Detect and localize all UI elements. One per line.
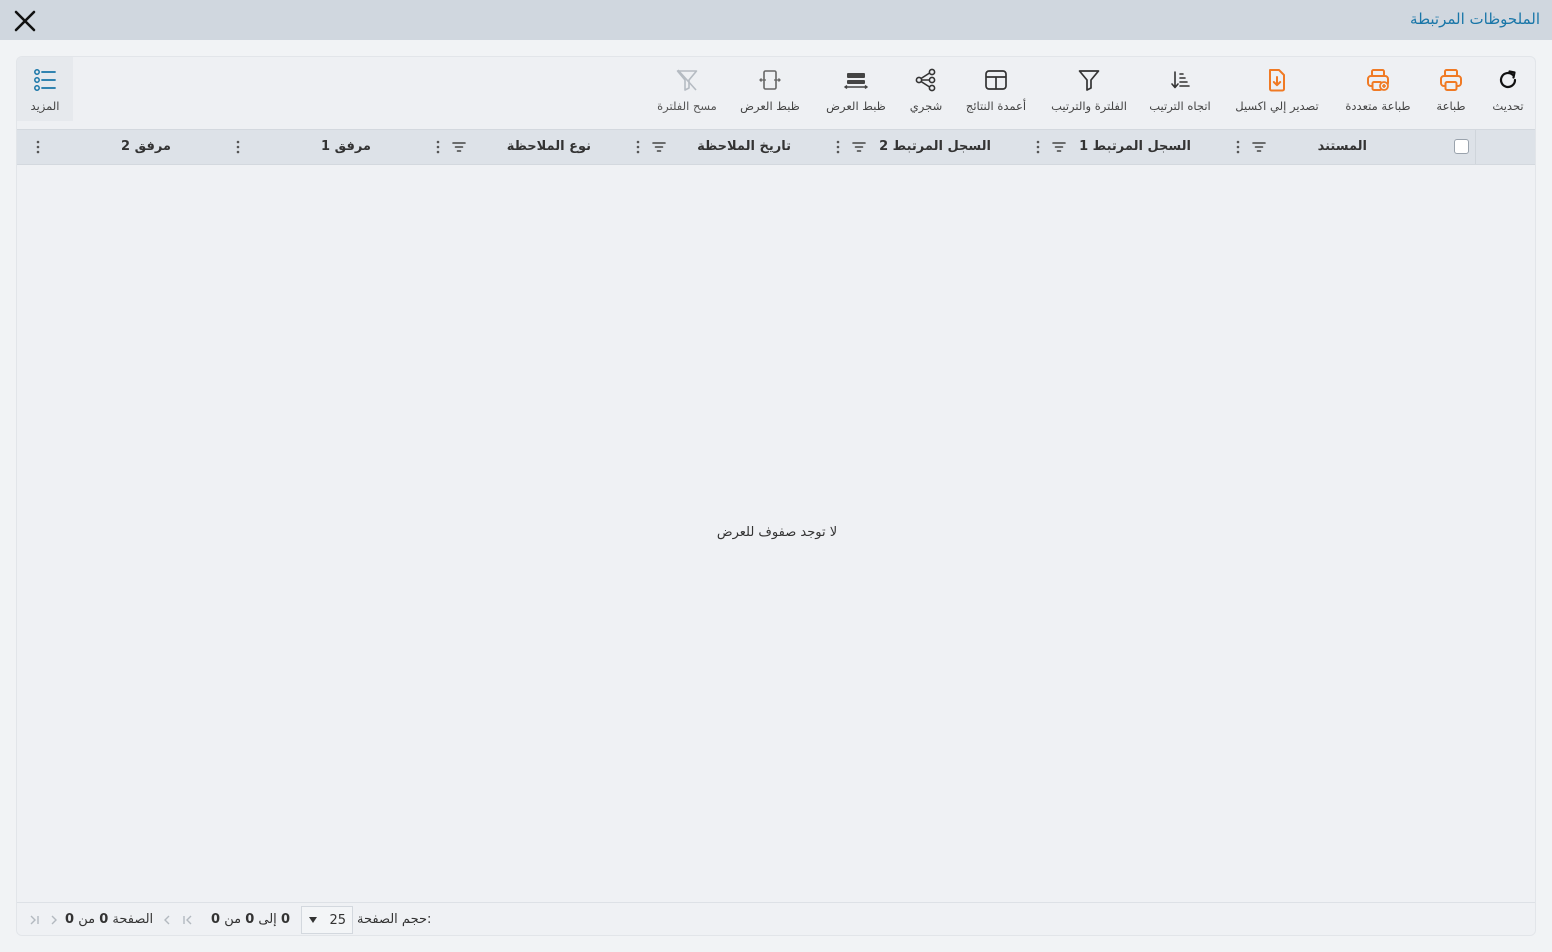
current-page: 0 (99, 912, 109, 927)
pagination-bar: حجم الصفحة: 25 0 إلى 0 من 0 الصفحة 0 من … (17, 902, 1535, 935)
range-total: 0 (211, 912, 221, 927)
print-label: طباعة (1436, 99, 1466, 113)
column-header-note-date[interactable]: تاريخ الملاحظة (627, 130, 827, 164)
fit-width-label-2: ظبط العرض (740, 99, 800, 113)
page-size-select[interactable]: 25 (301, 906, 353, 934)
filter-icon[interactable] (651, 139, 667, 155)
chevron-down-icon (309, 917, 317, 923)
fit-width-label-1: ظبط العرض (826, 99, 886, 113)
column-header-document[interactable]: المستند (1227, 130, 1447, 164)
filter-icon[interactable] (851, 139, 867, 155)
first-page-icon[interactable] (181, 913, 195, 927)
range-to: 0 (245, 912, 255, 927)
range-from: 0 (280, 912, 290, 927)
close-icon[interactable] (12, 8, 38, 34)
filter-icon[interactable] (1051, 139, 1067, 155)
column-menu-icon[interactable] (433, 138, 443, 156)
clear-filter-label: مسح الفلترة (657, 99, 717, 113)
fit-columns-icon (759, 70, 781, 90)
page-size-label: حجم الصفحة: (357, 912, 432, 927)
page-total: 0 (65, 912, 75, 927)
column-label: مرفق 2 (121, 139, 171, 154)
column-header-note-type[interactable]: نوع الملاحظة (427, 130, 627, 164)
column-menu-icon[interactable] (33, 138, 43, 156)
fit-width-icon (843, 73, 869, 90)
tree-icon (915, 68, 936, 92)
column-label: السجل المرتبط 2 (879, 139, 991, 154)
column-menu-icon[interactable] (1233, 138, 1243, 156)
column-label: تاريخ الملاحظة (697, 139, 791, 154)
export-excel-label: تصدير إلي اكسيل (1235, 99, 1319, 113)
columns-icon (985, 70, 1007, 90)
list-icon (34, 69, 56, 91)
refresh-button[interactable]: تحديث (1489, 67, 1527, 119)
column-menu-icon[interactable] (833, 138, 843, 156)
sort-direction-label: اتجاه الترتيب (1149, 99, 1211, 113)
tree-view-button[interactable]: شجري (907, 67, 945, 119)
title-bar: الملحوظات المرتبطة (0, 0, 1552, 40)
grid-panel: تحديث طباعة طباعة متعددة تصدير إلي اكسيل… (16, 56, 1536, 936)
previous-page-icon[interactable] (160, 913, 174, 927)
result-columns-button[interactable]: أعمدة النتائج (963, 67, 1029, 119)
page-size-value: 25 (329, 913, 346, 928)
printer-icon (1440, 69, 1462, 91)
range-of-word: من (224, 912, 242, 927)
page-summary: الصفحة 0 من 0 (65, 912, 153, 927)
page-of-word: من (78, 912, 96, 927)
result-columns-label: أعمدة النتائج (965, 99, 1027, 113)
fit-width-button-1[interactable]: ظبط العرض (823, 67, 889, 119)
sort-direction-icon (1171, 71, 1190, 89)
column-header-linked-record-2[interactable]: السجل المرتبط 2 (827, 130, 1027, 164)
column-label: السجل المرتبط 1 (1079, 139, 1191, 154)
grid-body: لا توجد صفوف للعرض (17, 165, 1535, 902)
fit-width-button-2[interactable]: ظبط العرض (737, 67, 803, 119)
column-header-linked-record-1[interactable]: السجل المرتبط 1 (1027, 130, 1227, 164)
refresh-icon (1499, 70, 1517, 89)
print-button[interactable]: طباعة (1431, 67, 1471, 119)
last-page-icon[interactable] (27, 913, 41, 927)
column-separator (1475, 130, 1476, 164)
clear-filter-icon (676, 69, 698, 91)
column-label: مرفق 1 (321, 139, 371, 154)
window-title: الملحوظات المرتبطة (1410, 10, 1540, 28)
page-word: الصفحة (112, 912, 154, 927)
filter-icon[interactable] (451, 139, 467, 155)
filter-sort-label: الفلترة والترتيب (1051, 99, 1127, 113)
filter-sort-button[interactable]: الفلترة والترتيب (1049, 67, 1129, 119)
printer-plus-icon (1367, 69, 1389, 91)
column-header-attachment-2[interactable]: مرفق 2 (27, 130, 227, 164)
more-label: المزيد (30, 99, 60, 113)
column-menu-icon[interactable] (233, 138, 243, 156)
more-button[interactable]: المزيد (17, 57, 73, 121)
column-menu-icon[interactable] (633, 138, 643, 156)
row-range-summary: 0 إلى 0 من 0 (211, 912, 290, 927)
clear-filter-button[interactable]: مسح الفلترة (655, 67, 719, 119)
grid-header: المستند السجل المرتبط 1 السجل المرتبط 2 … (17, 129, 1535, 165)
multi-print-label: طباعة متعددة (1345, 99, 1411, 113)
export-excel-button[interactable]: تصدير إلي اكسيل (1231, 67, 1323, 119)
column-menu-icon[interactable] (1033, 138, 1043, 156)
empty-message: لا توجد صفوف للعرض (716, 525, 838, 540)
filter-icon[interactable] (1251, 139, 1267, 155)
next-page-icon[interactable] (47, 913, 61, 927)
column-header-attachment-1[interactable]: مرفق 1 (227, 130, 427, 164)
toolbar: تحديث طباعة طباعة متعددة تصدير إلي اكسيل… (17, 57, 1535, 129)
multi-print-button[interactable]: طباعة متعددة (1341, 67, 1415, 119)
funnel-icon (1078, 70, 1100, 91)
range-to-word: إلى (258, 912, 277, 927)
tree-view-label: شجري (909, 99, 943, 113)
file-download-icon (1269, 69, 1285, 92)
sort-direction-button[interactable]: اتجاه الترتيب (1147, 67, 1213, 119)
select-all-checkbox[interactable] (1454, 139, 1469, 154)
column-label: نوع الملاحظة (506, 139, 591, 154)
column-label: المستند (1317, 139, 1367, 154)
refresh-label: تحديث (1492, 99, 1524, 113)
